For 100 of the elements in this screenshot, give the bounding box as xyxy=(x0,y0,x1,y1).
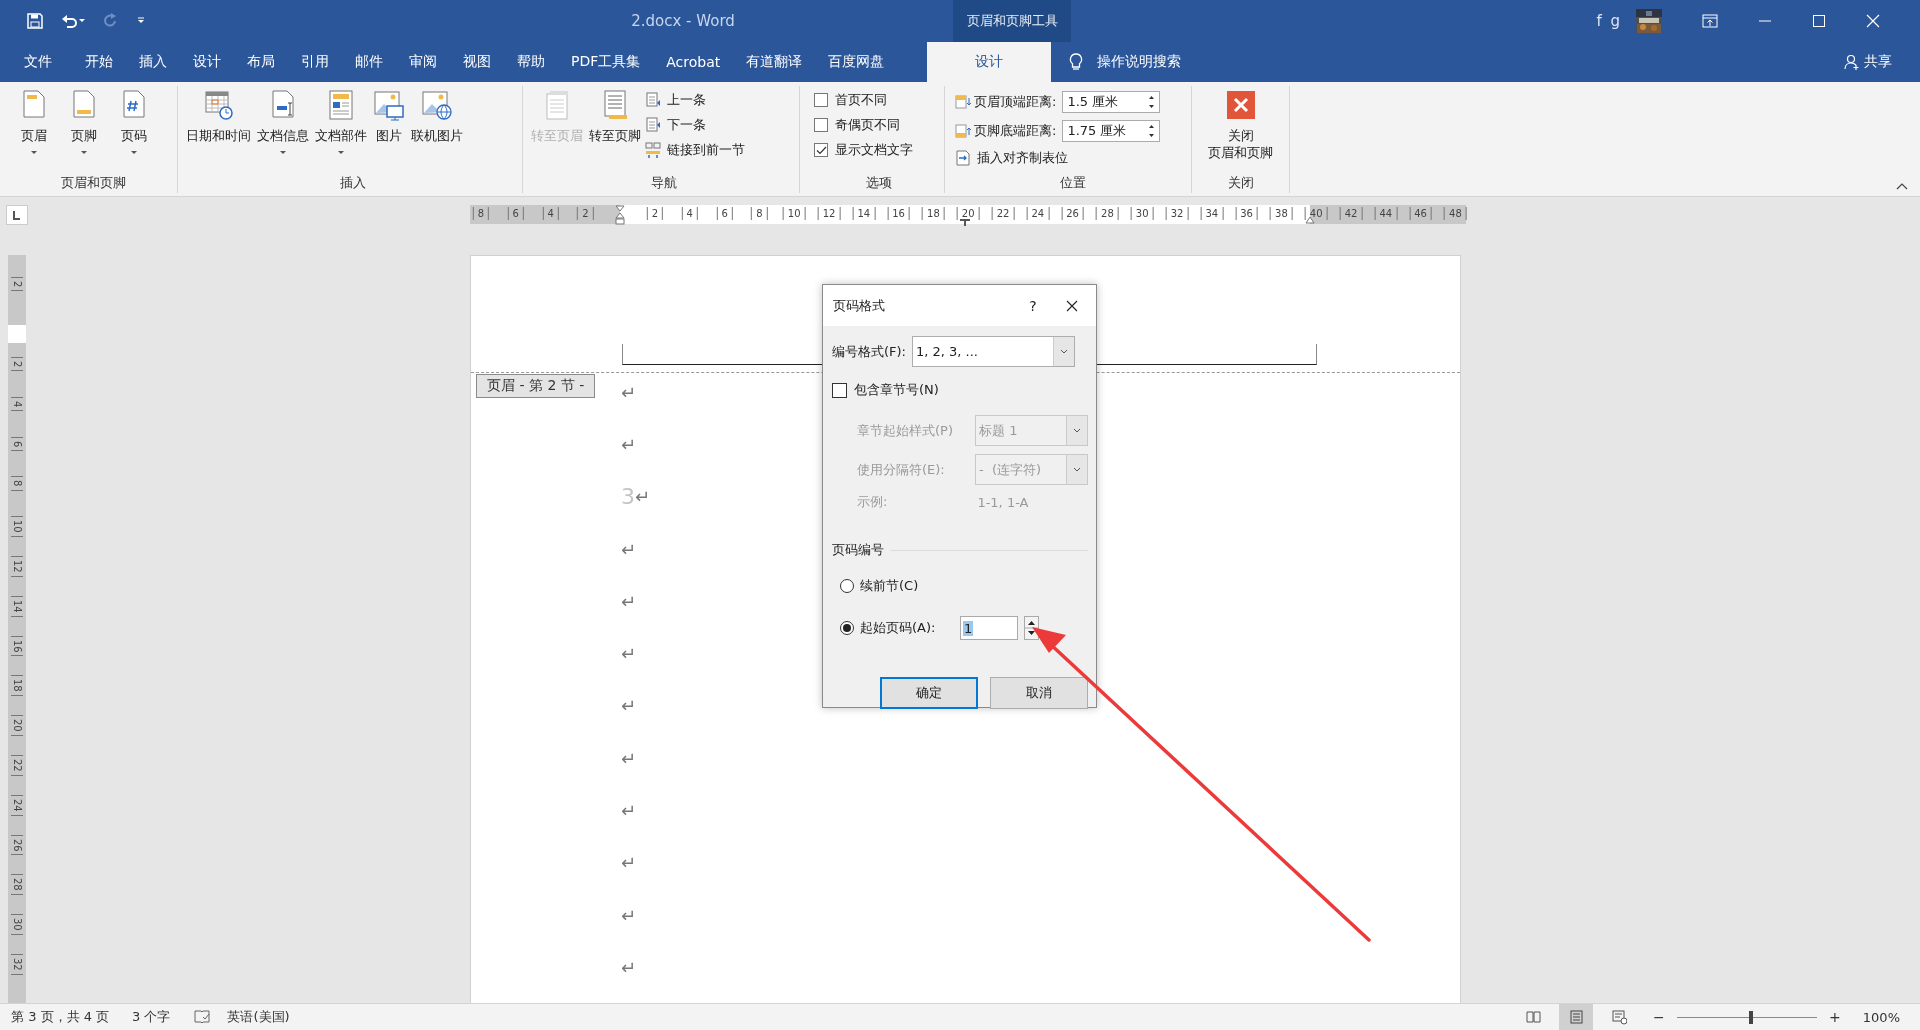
checkbox[interactable] xyxy=(814,118,828,132)
right-indent-marker-icon[interactable] xyxy=(1305,216,1315,224)
zoom-level[interactable]: 100% xyxy=(1862,1009,1900,1025)
ruler-number: 26 xyxy=(11,834,23,856)
spin-field[interactable]: 1.5 厘米 xyxy=(1062,91,1161,113)
footer-distance-icon xyxy=(955,123,971,139)
ribbon-display-icon[interactable] xyxy=(1702,14,1718,28)
slider-thumb[interactable] xyxy=(1749,1010,1753,1024)
spin-arrows-icon[interactable] xyxy=(1148,123,1156,139)
ribbon-button[interactable]: 链接到前一节 xyxy=(645,140,745,160)
ribbon-button[interactable]: 关闭 页眉和页脚 xyxy=(1206,86,1275,161)
ruler-number: 6 xyxy=(11,436,23,451)
group-label: 插入 xyxy=(339,174,367,192)
maximize-icon[interactable] xyxy=(1812,14,1826,28)
print-layout-icon xyxy=(1567,1009,1584,1025)
tab-stop-icon[interactable] xyxy=(960,219,970,226)
share-button[interactable]: 共享 xyxy=(1844,42,1892,82)
ruler-number: 18 xyxy=(11,675,23,697)
ribbon-button[interactable]: 图片 xyxy=(371,86,407,144)
paragraph-mark: ↵ xyxy=(621,746,637,771)
field-label: 使用分隔符(E): xyxy=(857,460,945,479)
tell-me-search[interactable]: 操作说明搜索 xyxy=(1097,53,1182,71)
radio-label: 起始页码(A): xyxy=(860,619,937,637)
ribbon-button[interactable]: 页眉 xyxy=(10,86,58,155)
radio-button[interactable] xyxy=(840,621,854,635)
spin-arrows-icon[interactable] xyxy=(1148,94,1156,110)
ribbon-button[interactable]: 下一条 xyxy=(645,115,745,135)
spin-arrows-icon[interactable] xyxy=(1024,616,1039,640)
ruler-number: 34 xyxy=(1200,207,1224,220)
save-icon[interactable] xyxy=(27,13,43,29)
checkbox[interactable] xyxy=(814,143,828,157)
zoom-in-button[interactable]: + xyxy=(1826,1009,1843,1025)
ribbon-tab[interactable]: 帮助 xyxy=(504,42,558,82)
dropdown-field[interactable]: 1, 2, 3, ... xyxy=(912,336,1075,367)
ribbon-tab[interactable]: 邮件 xyxy=(342,42,396,82)
tab-selector-icon[interactable] xyxy=(6,205,28,225)
ribbon-tab[interactable]: 插入 xyxy=(126,42,180,82)
ruler-number: 14 xyxy=(852,207,876,220)
close-icon[interactable] xyxy=(1066,299,1078,312)
ribbon-tab[interactable]: Acrobat xyxy=(653,42,734,82)
ruler-number: 2 xyxy=(11,277,23,292)
help-button[interactable]: ? xyxy=(1018,297,1048,314)
number-field[interactable]: 1 xyxy=(960,616,1018,640)
paragraph-mark: ↵ xyxy=(621,903,637,928)
ribbon-tab[interactable]: 布局 xyxy=(234,42,288,82)
word-count[interactable]: 3 个字 xyxy=(132,1008,171,1026)
picture-globe-icon xyxy=(421,89,453,121)
ribbon-tab[interactable]: 文件 xyxy=(0,42,72,82)
ribbon-button[interactable]: 联机图片 xyxy=(409,86,465,144)
dialog-button[interactable]: 取消 xyxy=(990,677,1088,709)
ribbon-button[interactable]: 页码 xyxy=(110,86,158,155)
collapse-ribbon-icon[interactable] xyxy=(1896,182,1908,190)
undo-icon[interactable] xyxy=(61,13,85,29)
ruler-number: 12 xyxy=(11,556,23,577)
proofing-icon[interactable] xyxy=(194,1010,211,1024)
section-heading: 页码编号 xyxy=(832,541,884,559)
ruler-gap xyxy=(8,325,26,343)
ribbon-tab[interactable]: 视图 xyxy=(450,42,504,82)
spin-field[interactable]: 1.75 厘米 xyxy=(1062,120,1161,142)
view-button[interactable] xyxy=(1558,1004,1593,1030)
contextual-tab-label: 页眉和页脚工具 xyxy=(953,0,1071,42)
ribbon-button[interactable]: 插入对齐制表位 xyxy=(955,148,1161,168)
paragraph-mark: ↵ xyxy=(621,955,637,980)
close-header-icon xyxy=(1224,89,1257,121)
ribbon-tab[interactable]: 设计 xyxy=(927,42,1052,82)
field-label: 编号格式(F): xyxy=(832,342,907,361)
ribbon-tab[interactable]: 引用 xyxy=(288,42,342,82)
ribbon-tab[interactable]: 开始 xyxy=(72,42,126,82)
checkbox[interactable] xyxy=(832,382,847,398)
group-label: 关闭 xyxy=(1226,174,1255,192)
page-count[interactable]: 第 3 页，共 4 页 xyxy=(11,1008,110,1026)
ribbon-tab[interactable]: 百度网盘 xyxy=(815,42,898,82)
paragraph-mark: ↵ xyxy=(621,642,637,667)
previous-section-icon xyxy=(645,92,661,108)
link-sections-icon xyxy=(645,142,661,158)
ribbon-button[interactable]: 上一条 xyxy=(645,90,745,110)
ribbon-button[interactable]: 转至页脚 xyxy=(587,86,643,144)
ribbon-button[interactable]: 文档信息 xyxy=(255,86,311,155)
zoom-out-button[interactable]: − xyxy=(1650,1009,1667,1025)
ruler-number: 42 xyxy=(1339,207,1363,220)
ribbon-tab[interactable]: 审阅 xyxy=(396,42,450,82)
checkbox[interactable] xyxy=(814,93,828,107)
ruler-number: 2 xyxy=(646,207,664,220)
ribbon-tab[interactable]: PDF工具集 xyxy=(558,42,654,82)
ruler-number: 4 xyxy=(542,207,559,220)
ribbon-button[interactable]: 文档部件 xyxy=(313,86,369,155)
ribbon-button[interactable]: 页脚 xyxy=(60,86,108,155)
insert-tab-icon xyxy=(955,150,971,166)
dialog-button[interactable]: 确定 xyxy=(880,677,978,709)
ribbon-button[interactable]: 日期和时间 xyxy=(184,86,253,144)
customize-icon[interactable] xyxy=(137,17,145,25)
ruler-number: 20 xyxy=(956,207,980,220)
checkbox-label: 包含章节号(N) xyxy=(854,381,939,399)
ribbon-tab[interactable]: 设计 xyxy=(180,42,234,82)
ruler-number: 22 xyxy=(991,207,1015,220)
radio-button[interactable] xyxy=(840,579,854,593)
ribbon-tab[interactable]: 有道翻译 xyxy=(733,42,816,82)
indent-marker-icon[interactable] xyxy=(615,205,625,225)
language[interactable]: 英语(美国) xyxy=(227,1008,290,1026)
user-name[interactable]: f g xyxy=(1596,12,1622,30)
